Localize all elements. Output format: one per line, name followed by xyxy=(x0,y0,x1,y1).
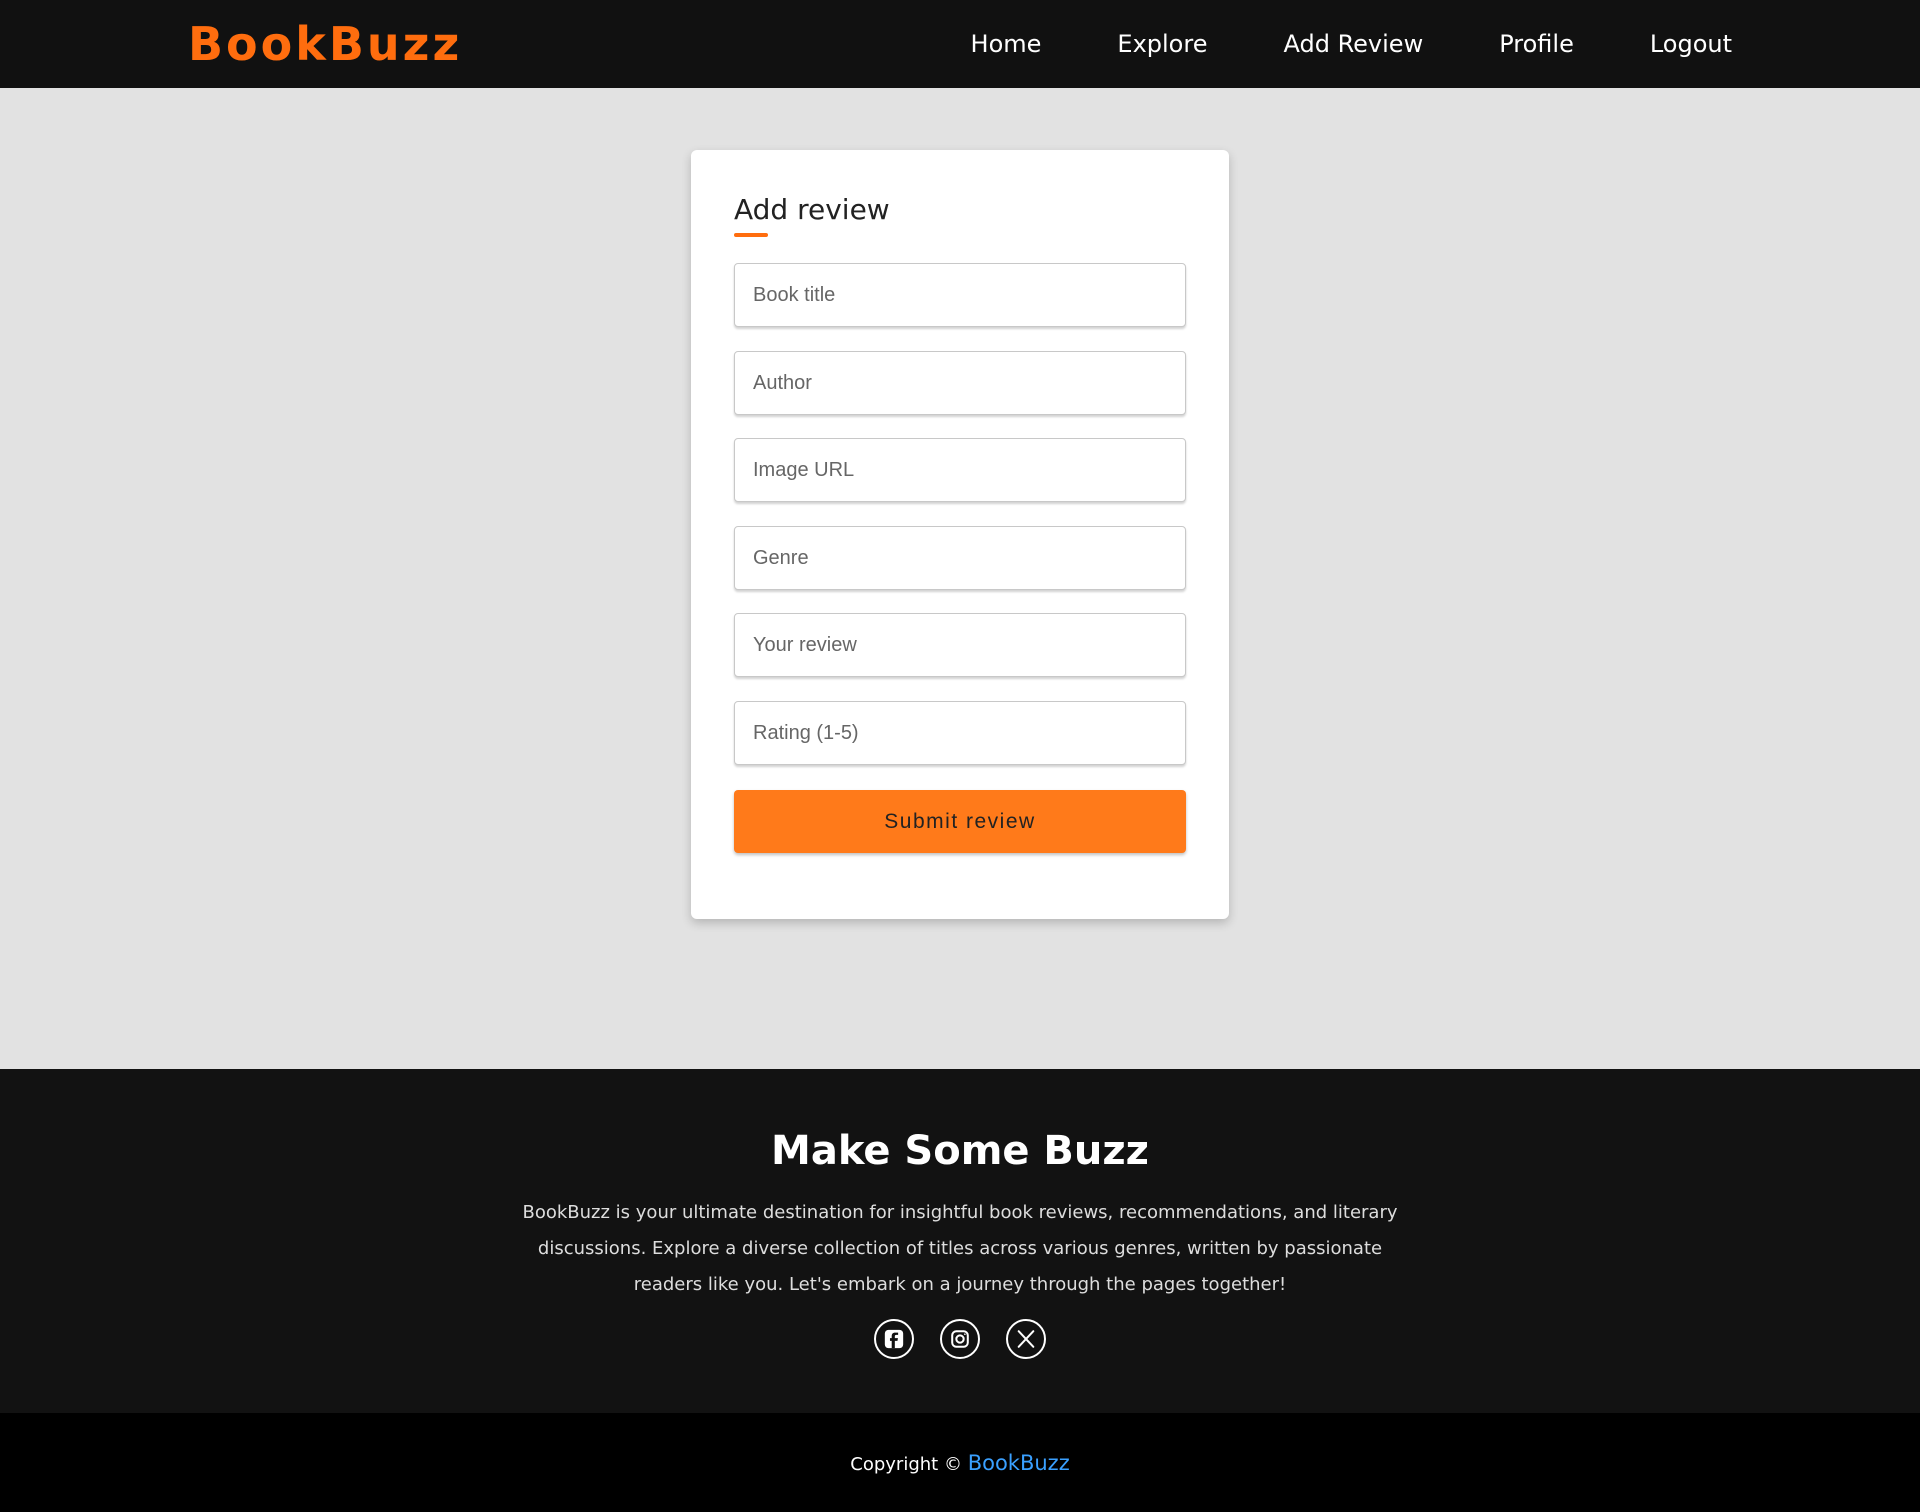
footer: Make Some Buzz BookBuzz is your ultimate… xyxy=(0,1069,1920,1413)
nav-link-explore[interactable]: Explore xyxy=(1117,30,1207,58)
nav-link-logout[interactable]: Logout xyxy=(1650,30,1732,58)
review-input[interactable] xyxy=(734,613,1186,677)
submit-review-button[interactable]: Submit review xyxy=(734,790,1186,853)
book-title-input[interactable] xyxy=(734,263,1186,327)
footer-title: Make Some Buzz xyxy=(771,1128,1149,1174)
copyright-brand-link[interactable]: BookBuzz xyxy=(968,1451,1070,1475)
nav-link-home[interactable]: Home xyxy=(971,30,1042,58)
copyright-prefix: Copyright © xyxy=(850,1454,962,1475)
author-input[interactable] xyxy=(734,351,1186,415)
nav-link-profile[interactable]: Profile xyxy=(1499,30,1574,58)
title-underline xyxy=(734,233,768,237)
add-review-card: Add review Submit review xyxy=(691,150,1229,919)
instagram-icon[interactable] xyxy=(940,1319,980,1359)
main-content: Add review Submit review xyxy=(0,88,1920,1069)
nav-links: Home Explore Add Review Profile Logout xyxy=(895,0,1732,88)
nav-link-add-review[interactable]: Add Review xyxy=(1283,30,1423,58)
social-links xyxy=(0,1319,1920,1359)
rating-input[interactable] xyxy=(734,701,1186,765)
genre-input[interactable] xyxy=(734,526,1186,590)
brand-logo[interactable]: BookBuzz xyxy=(188,14,462,74)
copyright-bar: Copyright © BookBuzz xyxy=(0,1413,1920,1512)
footer-description: BookBuzz is your ultimate destination fo… xyxy=(522,1202,1398,1295)
copyright-text: Copyright © BookBuzz xyxy=(0,1449,1920,1479)
form-title: Add review xyxy=(734,193,890,226)
image-url-input[interactable] xyxy=(734,438,1186,502)
navbar: BookBuzz Home Explore Add Review Profile… xyxy=(0,0,1920,88)
facebook-icon[interactable] xyxy=(874,1319,914,1359)
x-icon[interactable] xyxy=(1006,1319,1046,1359)
